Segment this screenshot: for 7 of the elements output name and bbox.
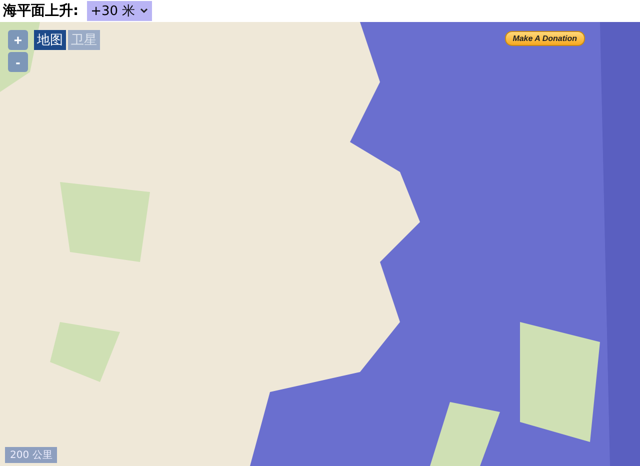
donation-button[interactable]: Make A Donation [504, 31, 585, 46]
forest-area [430, 402, 500, 466]
sea-level-label: 海平面上升: [3, 2, 79, 20]
caret-icon [140, 8, 148, 14]
scale-bar: 200 公里 [5, 447, 58, 463]
map-type-tab[interactable]: 地图 [34, 30, 66, 50]
sea-level-select[interactable]: +30 米 [86, 1, 152, 21]
